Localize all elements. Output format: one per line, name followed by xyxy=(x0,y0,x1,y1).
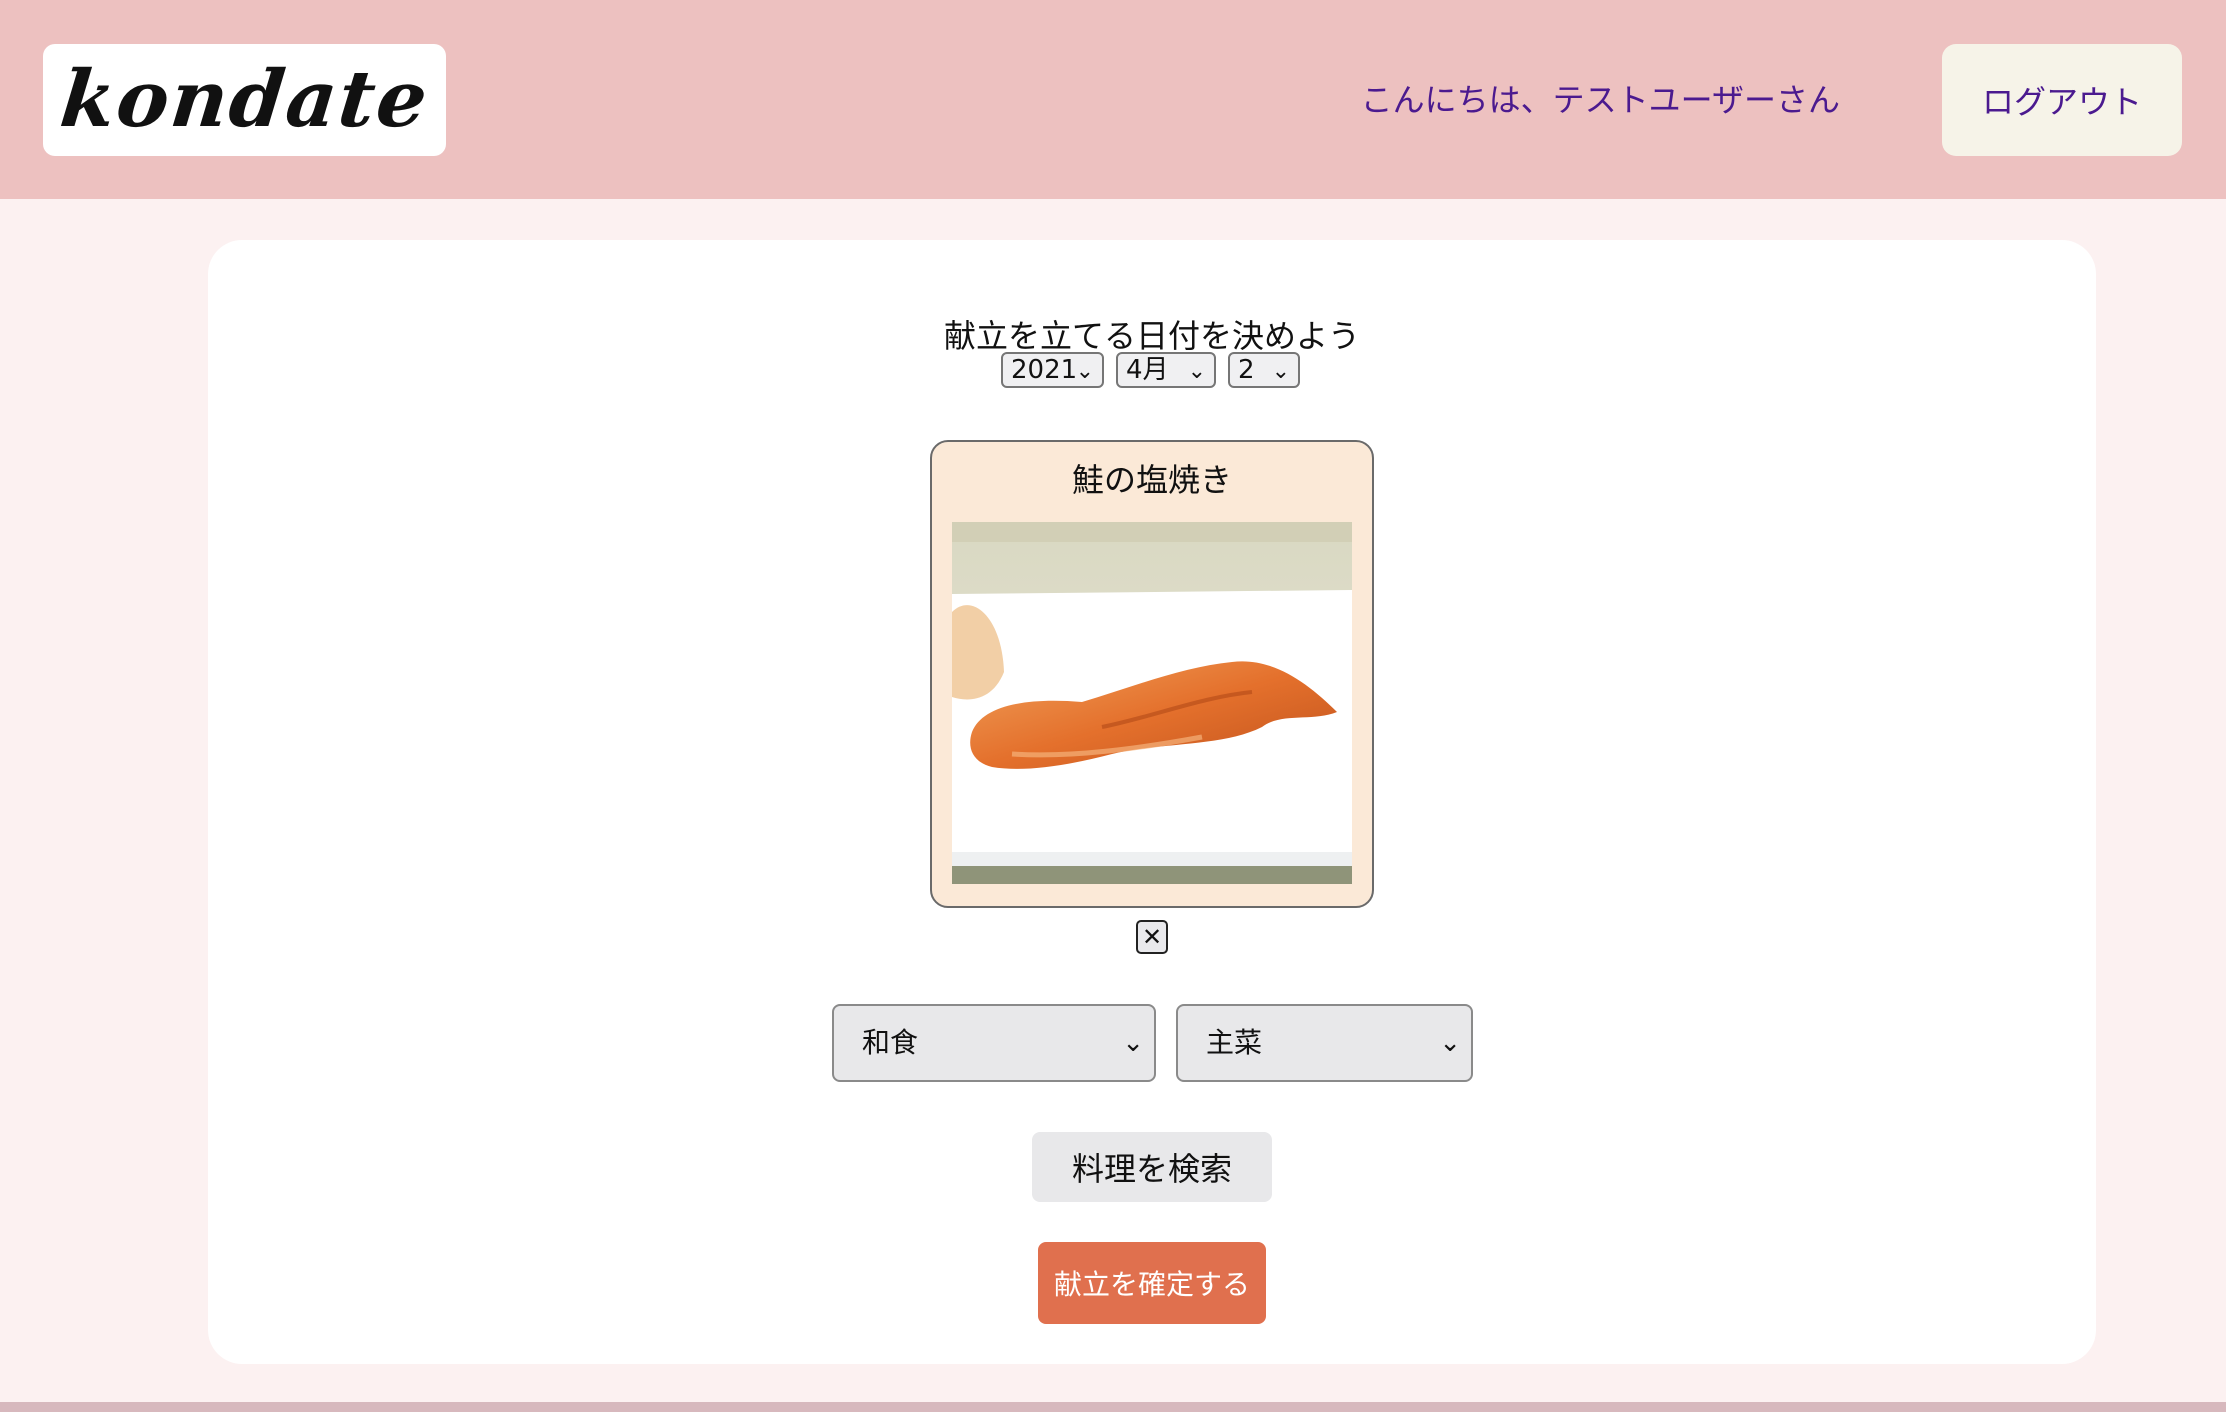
confirm-menu-button[interactable]: 献立を確定する xyxy=(1038,1242,1266,1324)
dish-name: 鮭の塩焼き xyxy=(1071,461,1232,499)
cuisine-select[interactable]: 和食 ⌄ xyxy=(832,1004,1156,1082)
close-icon: ✕ xyxy=(1141,923,1163,951)
logo[interactable]: kondate xyxy=(43,44,446,156)
chevron-down-icon: ⌄ xyxy=(1187,359,1206,384)
year-select[interactable]: 2021 ⌄ xyxy=(1001,352,1104,388)
logout-button[interactable]: ログアウト xyxy=(1942,44,2182,156)
app-header: kondate こんにちは、テストユーザーさん ログアウト xyxy=(0,0,2226,199)
course-select[interactable]: 主菜 ⌄ xyxy=(1176,1004,1473,1082)
search-dishes-button[interactable]: 料理を検索 xyxy=(1032,1132,1272,1202)
dish-card[interactable]: 鮭の塩焼き xyxy=(930,440,1374,908)
day-value: 2 xyxy=(1238,355,1255,385)
course-value: 主菜 xyxy=(1206,1026,1263,1059)
month-value: 4月 xyxy=(1126,355,1169,385)
chevron-down-icon: ⌄ xyxy=(1122,1028,1144,1058)
logo-text: kondate xyxy=(56,54,434,145)
chevron-down-icon: ⌄ xyxy=(1075,359,1094,384)
month-select[interactable]: 4月 ⌄ xyxy=(1116,352,1216,388)
date-selector: 2021 ⌄ 4月 ⌄ 2 ⌄ xyxy=(1001,352,1300,388)
cuisine-value: 和食 xyxy=(862,1026,919,1059)
year-value: 2021 xyxy=(1011,355,1078,385)
window-bottom-edge xyxy=(0,1402,2226,1412)
chevron-down-icon: ⌄ xyxy=(1271,359,1290,384)
chevron-down-icon: ⌄ xyxy=(1439,1028,1461,1058)
dish-photo xyxy=(952,522,1352,884)
user-greeting: こんにちは、テストユーザーさん xyxy=(1360,81,1840,119)
day-select[interactable]: 2 ⌄ xyxy=(1228,352,1300,388)
remove-dish-button[interactable]: ✕ xyxy=(1136,920,1168,954)
